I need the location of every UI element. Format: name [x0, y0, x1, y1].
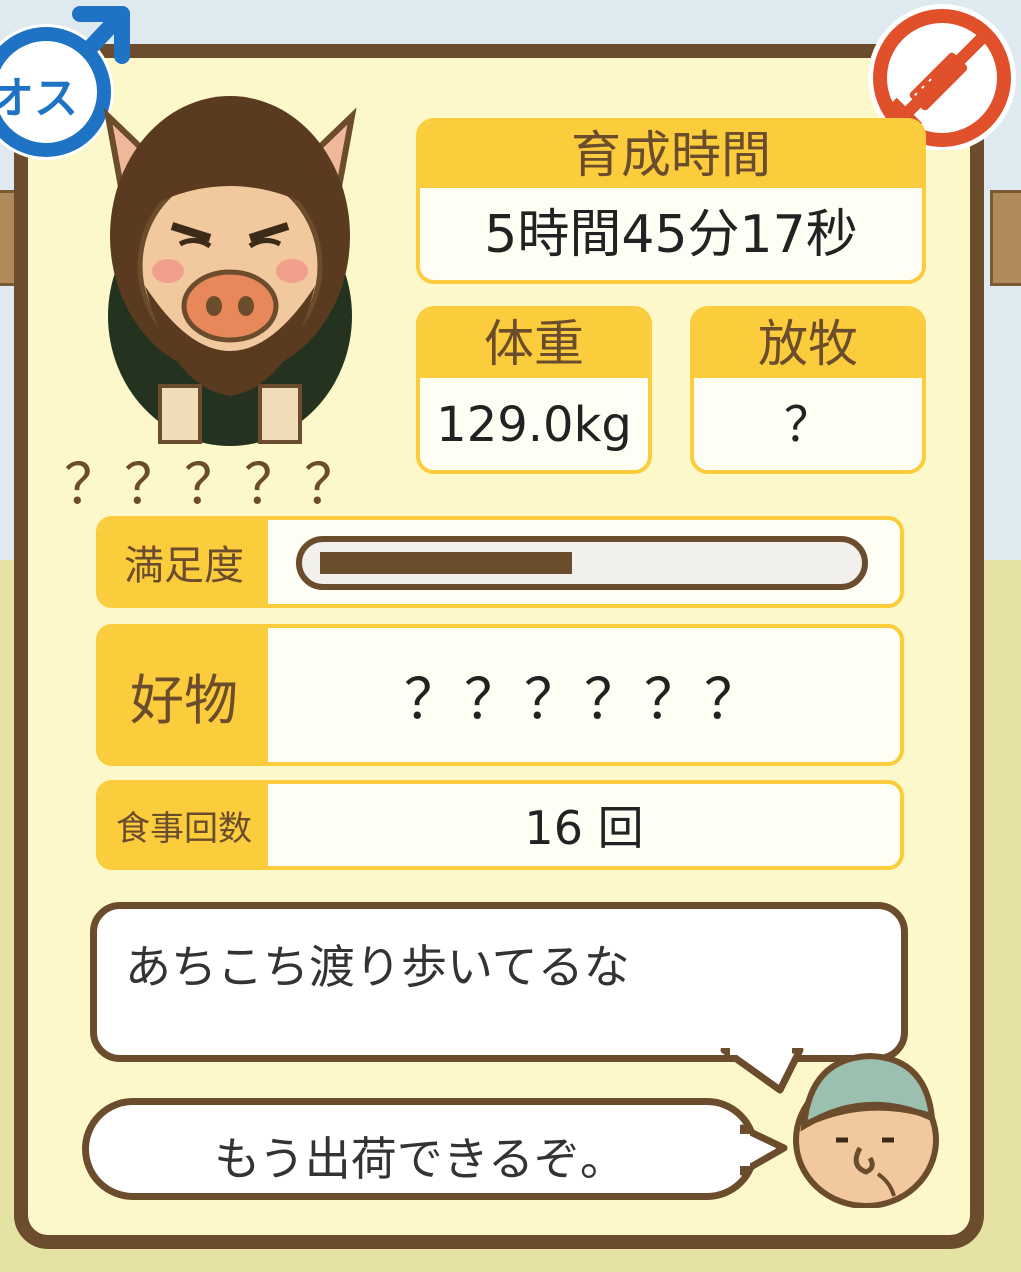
raising-time-label: 育成時間 [420, 122, 922, 188]
weight-label: 体重 [420, 310, 648, 378]
farmer-avatar[interactable] [786, 1048, 946, 1209]
satisfaction-bar [296, 536, 868, 590]
satisfaction-bar-fill [320, 552, 572, 574]
fence-post [990, 190, 1021, 286]
grazing-label: 放牧 [694, 310, 922, 378]
weight-value: 129.0kg [420, 378, 648, 470]
pig-name: ？？？？？ [64, 453, 364, 518]
raising-time-box: 育成時間 5時間45分17秒 [416, 118, 926, 284]
satisfaction-row: 満足度 [96, 516, 904, 608]
boar-character-icon [103, 96, 357, 446]
weight-box: 体重 129.0kg [416, 306, 652, 474]
meal-count-label: 食事回数 [100, 784, 268, 866]
comment-text: あちこち渡り歩いてるな [125, 940, 630, 994]
farmer-bubble-tail [740, 1124, 788, 1176]
meal-count-row: 食事回数 16 回 [96, 780, 904, 870]
grazing-value: ？ [694, 378, 922, 470]
gender-label: オス [0, 73, 78, 124]
favorite-food-value: ？？？？？？ [404, 667, 764, 733]
farmer-speech-bubble: もう出荷できるぞ。 [82, 1098, 758, 1200]
satisfaction-label: 満足度 [100, 520, 268, 604]
comment-bubble: あちこち渡り歩いてるな [90, 902, 908, 1062]
grazing-box: 放牧 ？ [690, 306, 926, 474]
pig-portrait[interactable] [90, 86, 370, 446]
farmer-speech-text: もう出荷できるぞ。 [214, 1132, 626, 1186]
farmer-face-icon [793, 1052, 939, 1209]
raising-time-value: 5時間45分17秒 [420, 188, 922, 280]
favorite-food-label: 好物 [100, 628, 268, 762]
favorite-food-row: 好物 ？？？？？？ [96, 624, 904, 766]
meal-count-value: 16 回 [524, 801, 644, 855]
